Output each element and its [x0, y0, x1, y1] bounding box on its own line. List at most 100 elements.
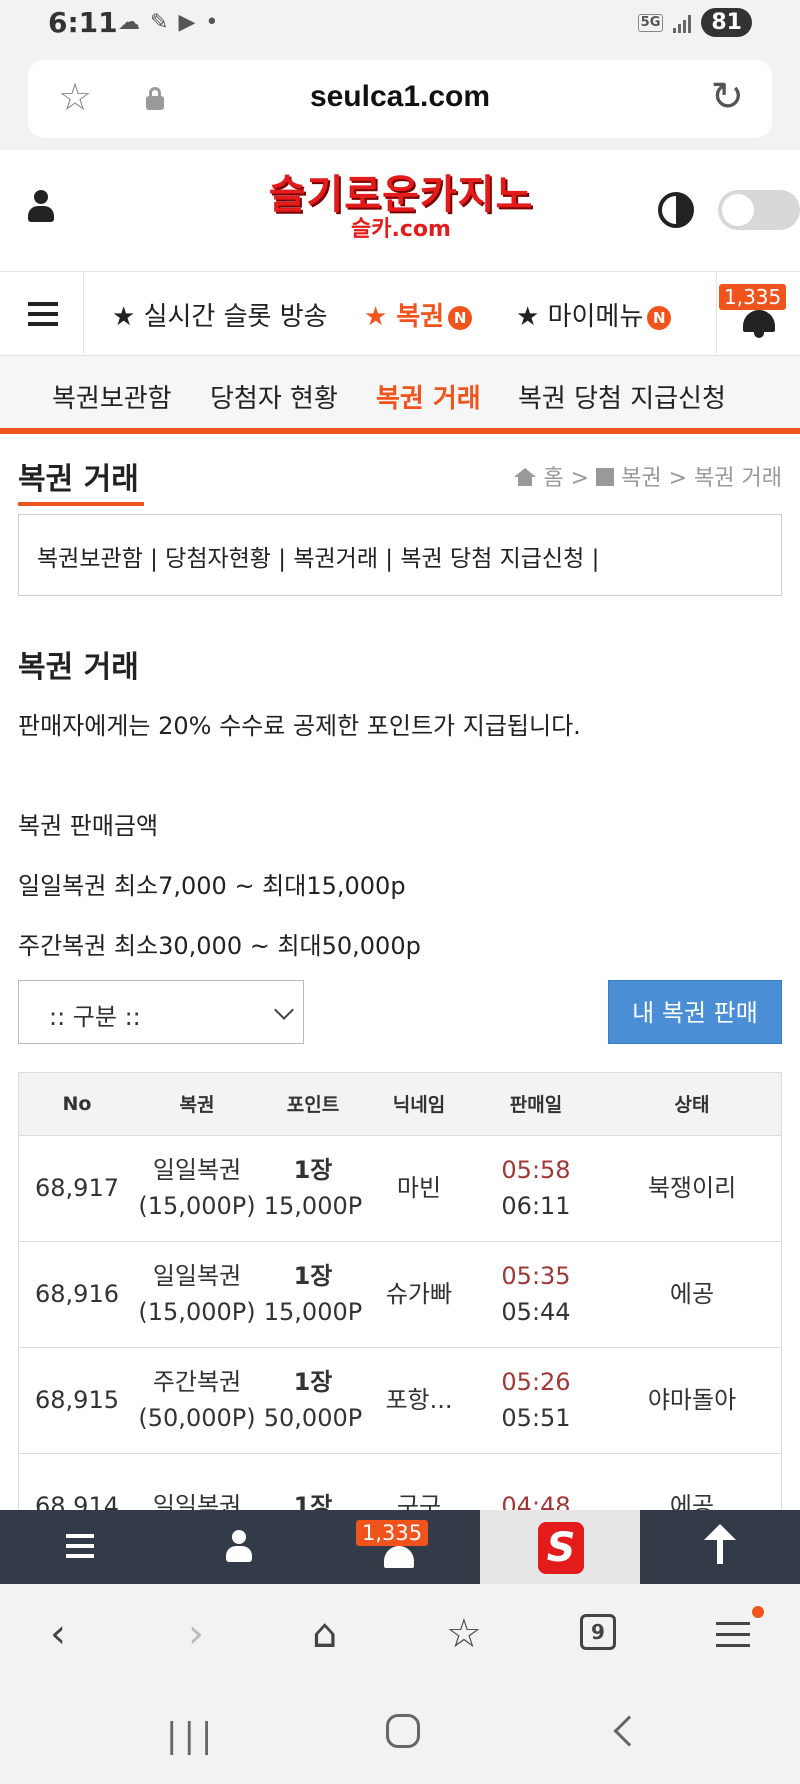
header-points: 포인트 [259, 1073, 367, 1136]
lottery-type: 일일복권 [152, 1156, 242, 1184]
cell-points: 1장 15,000P [259, 1135, 367, 1242]
status-right: 5G 81 [637, 8, 752, 37]
quick-links[interactable]: 복권보관함 | 당첨자현황 | 복권거래 | 복권 당첨 지급신청 | [18, 514, 782, 596]
listed-time: 04:48 [501, 1492, 571, 1510]
sell-my-lottery-button[interactable]: 내 복권 판매 [608, 980, 782, 1044]
scroll-top-button[interactable] [640, 1510, 800, 1584]
bookmarks-icon[interactable]: ☆ [446, 1610, 482, 1658]
points-value: 15,000P [263, 1298, 363, 1326]
cell-status[interactable]: 북쟁이리 [601, 1135, 781, 1242]
new-badge: N [448, 305, 473, 330]
forward-icon[interactable]: › [188, 1610, 204, 1658]
cell-status[interactable]: 야마돌아 [601, 1347, 781, 1454]
nav-item-mymenu[interactable]: ★ 마이메뉴 N [516, 296, 672, 333]
network-badge: 5G [637, 13, 664, 32]
lottery-type: 일일복권 [152, 1262, 242, 1290]
bottom-menu-button[interactable] [0, 1510, 160, 1584]
table-row[interactable]: 68,915 주간복권 (50,000P) 1장 50,000P 포항... 05:… [19, 1347, 781, 1454]
listed-time: 05:58 [501, 1156, 571, 1184]
user-icon[interactable] [28, 190, 54, 224]
notification-count: 1,335 [719, 284, 787, 310]
cell-points: 1장 [259, 1453, 367, 1510]
lottery-price: (50,000P) [138, 1404, 256, 1432]
table-header-row: No 복권 포인트 닉네임 판매일 상태 [19, 1073, 781, 1136]
table-row[interactable]: 68,916 일일복권 (15,000P) 1장 15,000P 슈가빠 05:35… [19, 1241, 781, 1348]
table-row[interactable]: 68,917 일일복권 (15,000P) 1장 15,000P 마빈 05:58 0… [19, 1135, 781, 1242]
breadcrumb-home[interactable]: 홈 [543, 466, 563, 491]
nav-label: ★ 복권 [364, 302, 445, 332]
lottery-type: 일일복권 [152, 1492, 242, 1510]
listed-time: 05:35 [501, 1262, 571, 1290]
android-back-icon[interactable] [613, 1715, 645, 1747]
breadcrumb-section[interactable]: 복권 [621, 466, 661, 491]
bottom-notification-button[interactable]: 1,335 [320, 1510, 480, 1584]
cell-status[interactable]: 에공 [601, 1241, 781, 1348]
bell-icon [743, 310, 775, 338]
cell-nickname[interactable]: 구구 [367, 1453, 471, 1510]
android-nav-bar: ||| [0, 1684, 800, 1784]
cell-points: 1장 50,000P [259, 1347, 367, 1454]
breadcrumb: 홈 > 복권 > 복권 거래 [514, 460, 782, 492]
category-select[interactable]: :: 구분 :: [18, 980, 304, 1044]
tab-lottery-storage[interactable]: 복권보관함 [52, 378, 172, 415]
dark-mode-toggle[interactable] [718, 190, 800, 230]
sub-nav: 복권보관함 당첨자 현황 복권 거래 복권 당첨 지급신청 [0, 356, 800, 434]
status-time: 6:11 [48, 6, 118, 39]
cell-lottery: 일일복권 (15,000P) [135, 1241, 259, 1348]
header-nickname: 닉네임 [367, 1073, 471, 1136]
cell-sale-date: 05:35 05:44 [471, 1241, 601, 1348]
recent-apps-icon[interactable]: ||| [166, 1716, 218, 1756]
notification-button[interactable]: 1,335 [716, 272, 800, 356]
tab-prize-claim[interactable]: 복권 당첨 지급신청 [518, 378, 726, 415]
page-title: 복권 거래 [18, 462, 139, 497]
cell-no: 68,915 [19, 1347, 135, 1454]
cell-no: 68,914 [19, 1453, 135, 1510]
youtube-icon: ▶ [178, 10, 196, 35]
nav-item-lottery[interactable]: ★ 복권 N [364, 296, 473, 333]
chevron-down-icon [274, 1000, 294, 1020]
logo-sub-text: 슬카.com [351, 217, 451, 242]
bottom-site-bar: 1,335 S [0, 1510, 800, 1584]
cell-nickname[interactable]: 마빈 [367, 1135, 471, 1242]
menu-icon[interactable] [0, 272, 84, 356]
title-underline [18, 502, 144, 506]
reload-icon[interactable]: ↻ [710, 76, 744, 118]
fee-notice: 판매자에게는 20% 수수료 공제한 포인트가 지급됩니다. [18, 712, 581, 740]
lottery-price: (15,000P) [138, 1298, 256, 1326]
header-sale-date: 판매일 [471, 1073, 601, 1136]
daily-price-range: 일일복권 최소7,000 ~ 최대15,000p [18, 872, 406, 900]
tabs-icon[interactable]: 9 [580, 1614, 616, 1650]
breadcrumb-current: 복권 거래 [694, 466, 782, 491]
nav-item-slot-stream[interactable]: ★ 실시간 슬롯 방송 [112, 296, 328, 333]
lottery-type: 주간복권 [152, 1368, 242, 1396]
browser-toolbar: ‹ › ⌂ ☆ 9 [0, 1584, 800, 1684]
home-icon[interactable] [514, 468, 537, 486]
bottom-home-logo-button[interactable]: S [480, 1510, 640, 1584]
bottom-user-button[interactable] [160, 1510, 320, 1584]
cell-sale-date: 05:58 06:11 [471, 1135, 601, 1242]
table-row[interactable]: 68,914 일일복권 1장 구구 04:48 에공 [19, 1453, 781, 1510]
nav-label: ★ 마이메뉴 [516, 302, 644, 332]
site-logo[interactable]: 슬기로운카지노 슬카.com [262, 172, 540, 242]
dot-icon: • [205, 10, 219, 35]
logo-main-text: 슬기로운카지노 [268, 172, 534, 218]
cell-no: 68,916 [19, 1241, 135, 1348]
points-value: 50,000P [263, 1404, 363, 1432]
back-icon[interactable]: ‹ [50, 1610, 66, 1658]
cell-nickname[interactable]: 슈가빠 [367, 1241, 471, 1348]
site-header: 슬기로운카지노 슬카.com [0, 150, 800, 272]
browser-address-area: ☆ seulca1.com ↻ [0, 48, 800, 150]
pen-icon: ✎ [150, 10, 169, 35]
cell-nickname[interactable]: 포항... [367, 1347, 471, 1454]
browser-menu-icon[interactable] [716, 1622, 750, 1648]
site-s-logo-icon: S [538, 1522, 584, 1574]
contrast-icon[interactable] [658, 192, 694, 228]
address-bar[interactable]: ☆ seulca1.com ↻ [28, 60, 772, 138]
url-text[interactable]: seulca1.com [28, 80, 772, 114]
bell-icon [384, 1546, 414, 1568]
home-icon[interactable]: ⌂ [312, 1610, 337, 1658]
android-home-icon[interactable] [386, 1714, 420, 1748]
tab-lottery-trade[interactable]: 복권 거래 [376, 378, 481, 415]
tab-winners[interactable]: 당첨자 현황 [210, 378, 338, 415]
cell-status[interactable]: 에공 [601, 1453, 781, 1510]
